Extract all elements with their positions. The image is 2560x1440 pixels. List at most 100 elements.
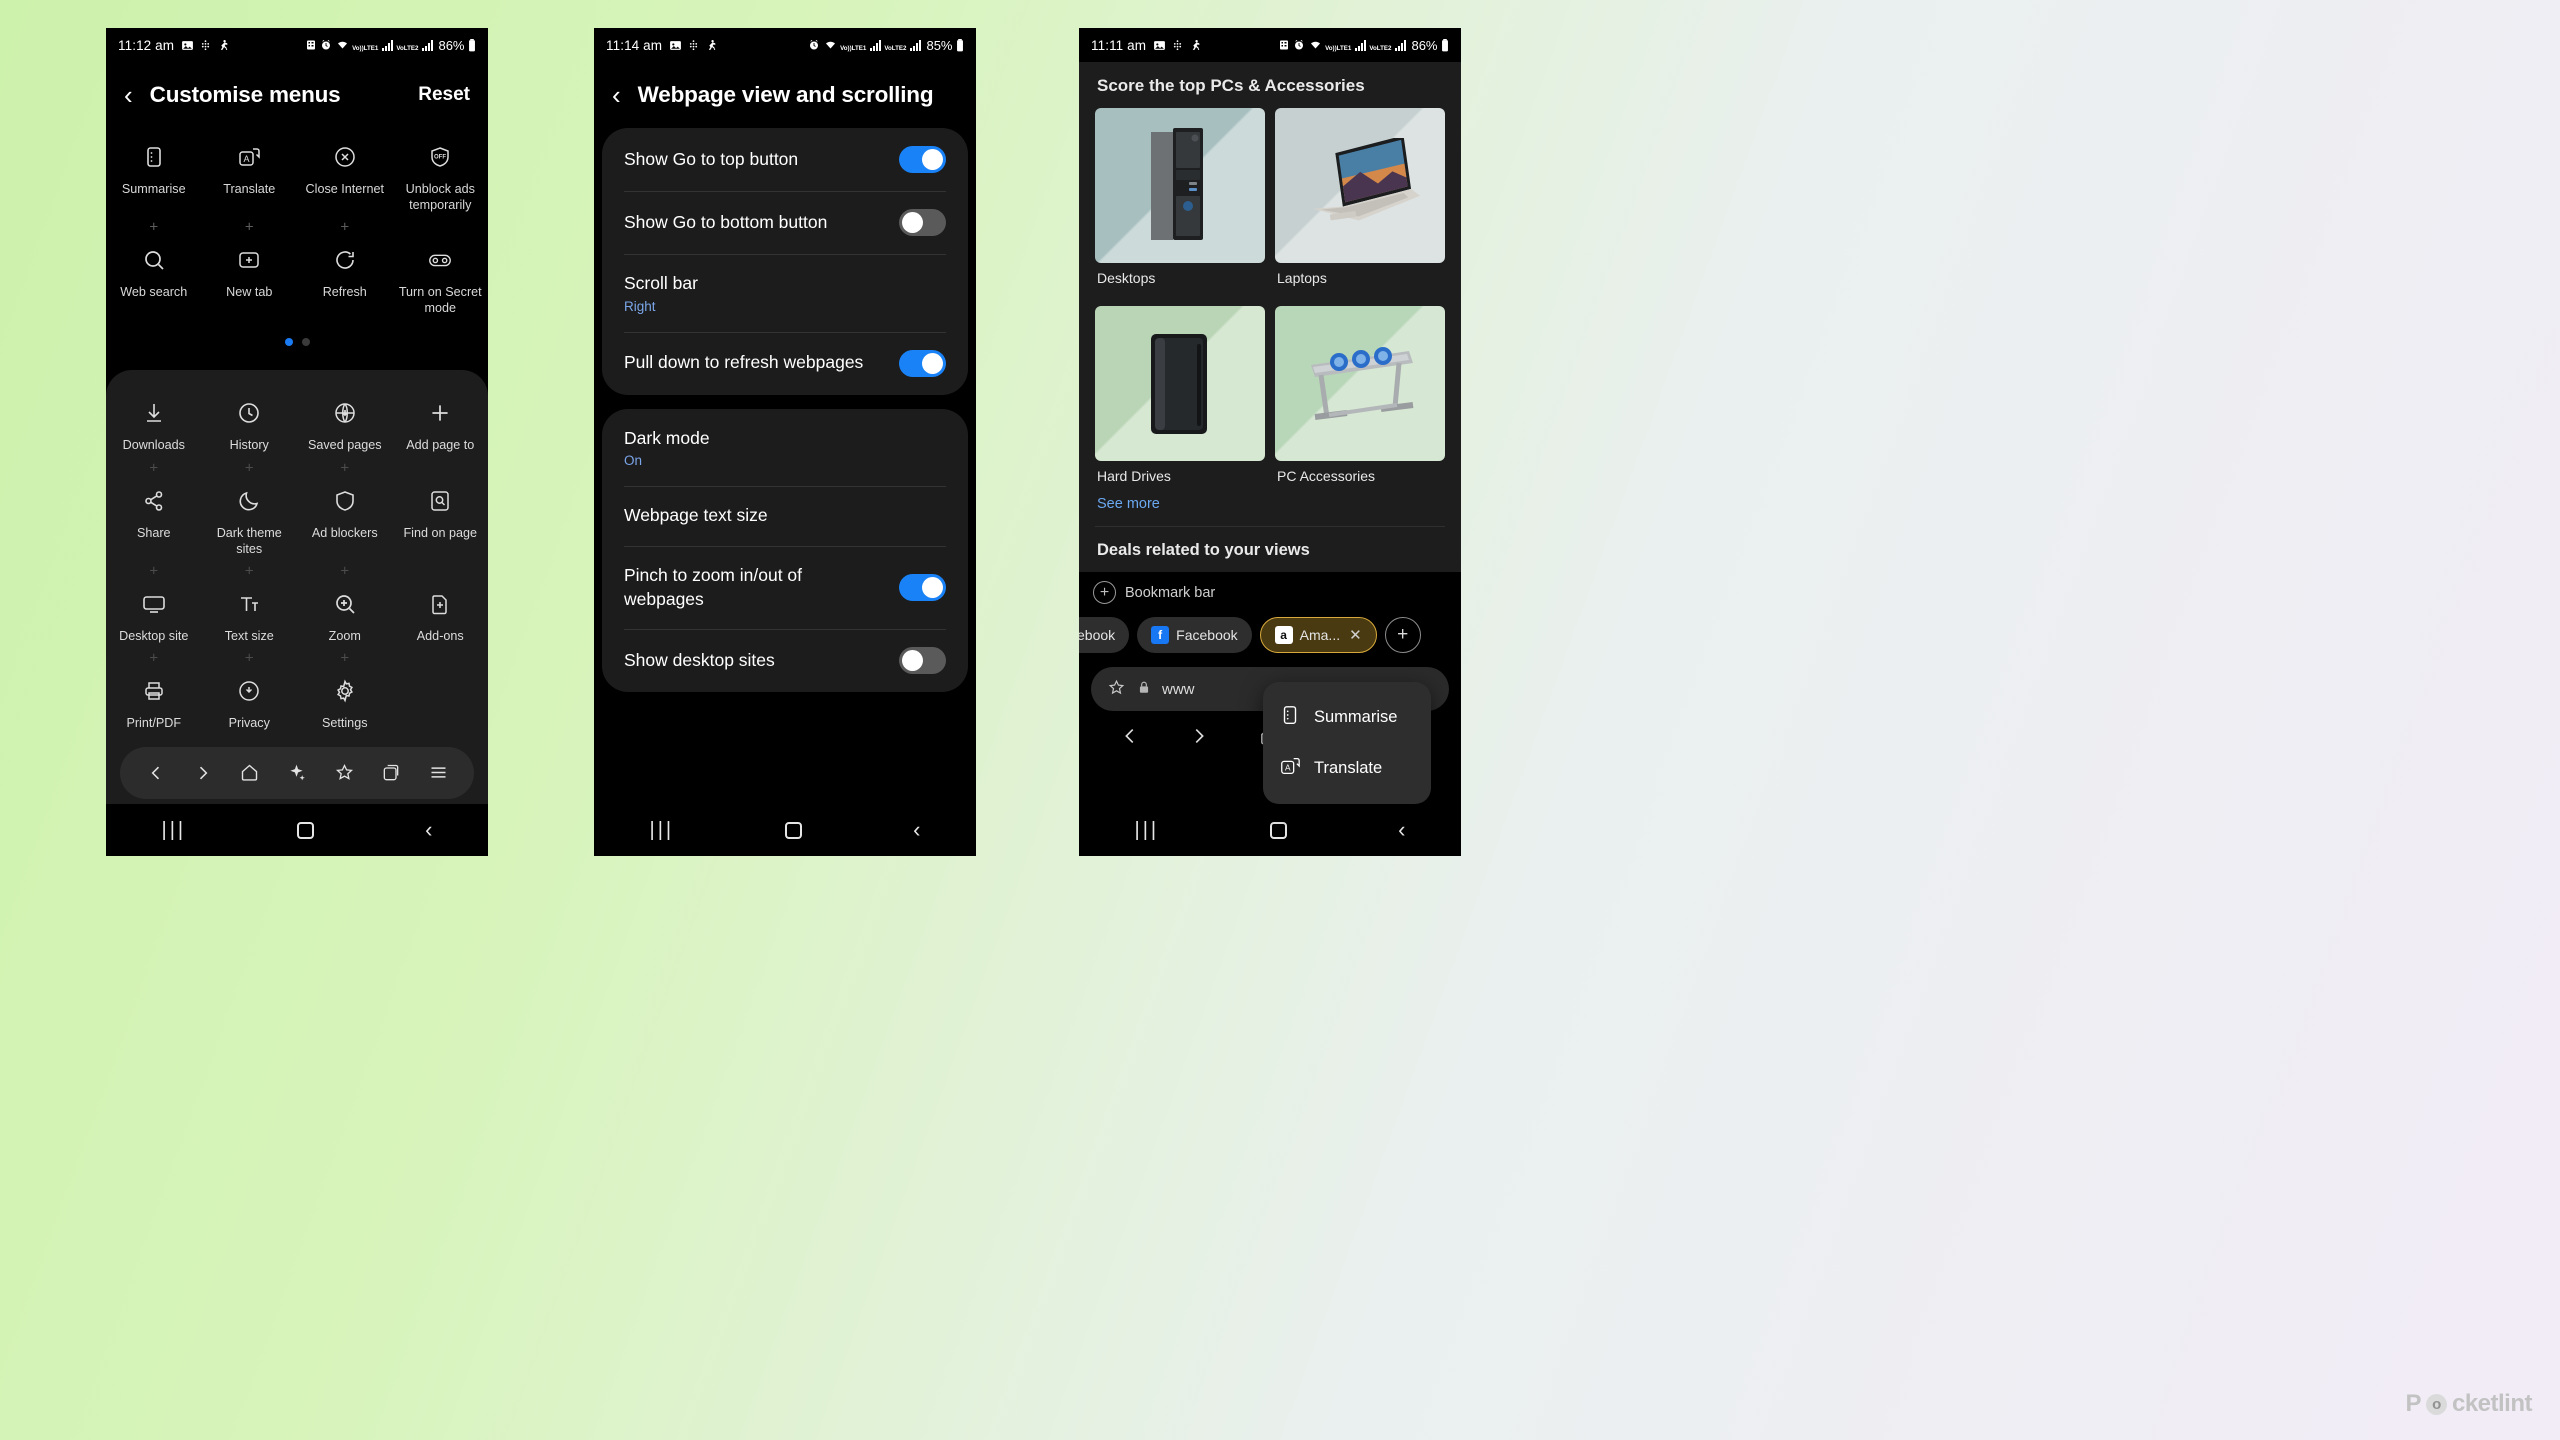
bookmark-star-icon[interactable]	[327, 756, 361, 790]
menu-item-label: Dark theme sites	[216, 525, 282, 556]
forward-icon[interactable]	[186, 756, 220, 790]
toggle-pinch-to-zoom[interactable]	[899, 574, 946, 601]
page-dot-1[interactable]	[284, 338, 293, 347]
menu-icon[interactable]	[421, 756, 455, 790]
plus-icon[interactable]	[106, 460, 202, 476]
menu-item-history[interactable]: History	[202, 388, 298, 459]
tab-amazon[interactable]: a Ama... ✕	[1259, 617, 1377, 653]
plus-icon[interactable]	[297, 460, 393, 476]
home-icon[interactable]	[233, 756, 267, 790]
product-card-laptops[interactable]: Laptops	[1275, 108, 1445, 296]
home-button[interactable]	[1270, 821, 1288, 839]
system-back-button[interactable]: ‹	[1398, 817, 1405, 843]
tabs-icon[interactable]	[374, 756, 408, 790]
close-icon[interactable]: ✕	[1349, 626, 1362, 644]
setting-dark-mode[interactable]: Dark mode On	[602, 409, 968, 487]
toggle-show-desktop-sites[interactable]	[899, 647, 946, 675]
toggle-show-go-to-top[interactable]	[899, 146, 946, 173]
menu-item-find-on-page[interactable]: Find on page	[393, 476, 489, 563]
reset-button[interactable]: Reset	[418, 84, 470, 106]
product-card-pc-accessories[interactable]: PC Accessories	[1275, 306, 1445, 494]
menu-item-unblock-ads[interactable]: OFF Unblock ads temporarily	[393, 132, 489, 219]
menu-item-desktop-site[interactable]: Desktop site	[106, 579, 202, 650]
menu-item-web-search[interactable]: Web search	[106, 235, 202, 322]
menu-item-share[interactable]: Share	[106, 476, 202, 563]
bookmark-bar[interactable]: + Bookmark bar	[1079, 572, 1461, 613]
home-button[interactable]	[785, 821, 803, 839]
menu-item-label: History	[229, 438, 269, 453]
plus-icon[interactable]	[202, 650, 298, 666]
back-icon[interactable]	[139, 756, 173, 790]
sim-icon	[1278, 39, 1290, 51]
system-back-button[interactable]: ‹	[913, 817, 920, 843]
setting-show-go-to-top[interactable]: Show Go to top button	[602, 128, 968, 191]
ai-sparkle-icon[interactable]	[280, 756, 314, 790]
menu-item-secret-mode[interactable]: Turn on Secret mode	[393, 235, 489, 322]
back-icon[interactable]: ‹	[612, 82, 621, 108]
setting-show-desktop-sites[interactable]: Show desktop sites	[602, 629, 968, 692]
plus-icon[interactable]	[106, 219, 202, 235]
hard-drive-photo	[1151, 334, 1207, 434]
toggle-show-go-to-bottom[interactable]	[899, 209, 946, 236]
bookmark-star-icon[interactable]	[1107, 678, 1126, 701]
back-icon[interactable]: ‹	[124, 82, 133, 108]
webpage-content: Score the top PCs & Accessories Desktops…	[1079, 62, 1461, 572]
menu-item-dark-theme-sites[interactable]: Dark theme sites	[202, 476, 298, 563]
menu-item-downloads[interactable]: Downloads	[106, 388, 202, 459]
menu-item-text-size[interactable]: Text size	[202, 579, 298, 650]
menu-item-summarise[interactable]: Summarise	[106, 132, 202, 219]
setting-scroll-bar[interactable]: Scroll bar Right	[602, 254, 968, 332]
context-menu-item-summarise[interactable]: Summarise	[1263, 692, 1431, 743]
plus-icon[interactable]	[106, 563, 202, 579]
context-menu-item-translate[interactable]: A Translate	[1263, 743, 1431, 794]
product-card-hard-drives[interactable]: Hard Drives	[1095, 306, 1265, 494]
plus-icon[interactable]	[202, 219, 298, 235]
menu-item-label: Print/PDF	[126, 715, 182, 730]
system-back-button[interactable]: ‹	[425, 817, 432, 843]
new-tab-button[interactable]: +	[1384, 617, 1421, 653]
menu-item-add-ons[interactable]: Add-ons	[393, 579, 489, 650]
menu-item-label: Unblock ads temporarily	[405, 182, 475, 213]
menu-item-translate[interactable]: A Translate	[202, 132, 298, 219]
home-button[interactable]	[297, 821, 315, 839]
menu-item-settings[interactable]: Settings	[297, 666, 393, 737]
setting-webpage-text-size[interactable]: Webpage text size	[602, 486, 968, 546]
menu-item-new-tab[interactable]: New tab	[202, 235, 298, 322]
plus-icon[interactable]: +	[1093, 581, 1116, 604]
gallery-icon	[669, 39, 682, 52]
tab-label: ebook	[1079, 627, 1116, 643]
url-text[interactable]: www	[1162, 681, 1195, 698]
plus-icon[interactable]	[106, 650, 202, 666]
forward-icon[interactable]	[1188, 725, 1210, 747]
plus-icon[interactable]	[202, 460, 298, 476]
recents-button[interactable]: |||	[162, 819, 187, 842]
plus-icon[interactable]	[297, 563, 393, 579]
page-indicator[interactable]	[106, 322, 488, 368]
setting-show-go-to-bottom[interactable]: Show Go to bottom button	[602, 191, 968, 254]
volte1-label: Vo))LTE1	[1325, 44, 1352, 52]
menu-item-print-pdf[interactable]: Print/PDF	[106, 666, 202, 737]
plus-icon[interactable]	[297, 650, 393, 666]
toggle-pull-down-refresh[interactable]	[899, 349, 946, 377]
menu-item-refresh[interactable]: Refresh	[297, 235, 393, 322]
tab-ebook[interactable]: ebook	[1079, 617, 1130, 653]
setting-pinch-to-zoom[interactable]: Pinch to zoom in/out of webpages	[602, 545, 968, 629]
recents-button[interactable]: |||	[1135, 819, 1160, 842]
product-caption: Hard Drives	[1097, 468, 1171, 484]
page-dot-2[interactable]	[301, 338, 310, 347]
desktop-icon	[141, 587, 167, 621]
tab-facebook[interactable]: f Facebook	[1137, 617, 1252, 653]
setting-pull-down-refresh[interactable]: Pull down to refresh webpages	[602, 331, 968, 395]
menu-item-zoom[interactable]: Zoom	[297, 579, 393, 650]
menu-item-saved-pages[interactable]: Saved pages	[297, 388, 393, 459]
menu-item-add-page-to[interactable]: Add page to	[393, 388, 489, 459]
recents-button[interactable]: |||	[650, 819, 675, 842]
menu-item-privacy[interactable]: Privacy	[202, 666, 298, 737]
menu-item-ad-blockers[interactable]: Ad blockers	[297, 476, 393, 563]
menu-item-close-internet[interactable]: Close Internet	[297, 132, 393, 219]
back-icon[interactable]	[1119, 725, 1141, 747]
see-more-link[interactable]: See more	[1097, 496, 1443, 512]
plus-icon[interactable]	[202, 563, 298, 579]
plus-icon[interactable]	[297, 219, 393, 235]
product-card-desktops[interactable]: Desktops	[1095, 108, 1265, 296]
